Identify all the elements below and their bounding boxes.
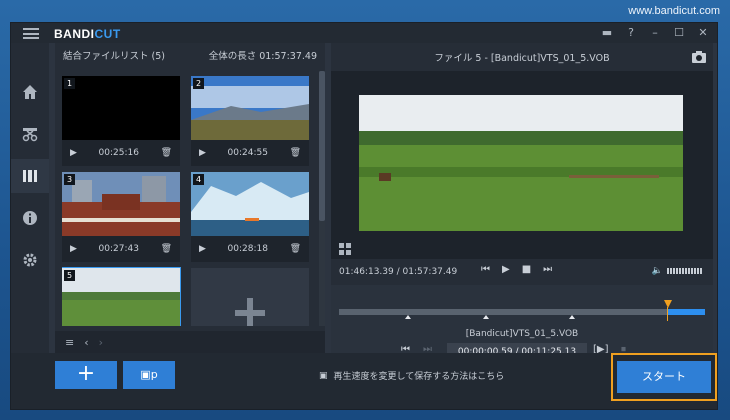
playhead-line (667, 307, 668, 321)
app-logo: BANDICUT (54, 27, 121, 41)
clip-thumbnail (191, 76, 309, 140)
cut-icon[interactable] (11, 117, 49, 151)
clip-duration: 00:27:43 (98, 244, 139, 254)
clip-duration: 00:25:16 (98, 148, 139, 158)
join-file-list-panel: 結合ファイルリスト (5) 全体の長さ 01:57:37.49 1 ▶ 00:25… (55, 43, 325, 353)
trash-icon[interactable]: 🗑 (161, 148, 172, 158)
info-icon[interactable] (11, 201, 49, 235)
stop-icon[interactable]: ■ (522, 264, 531, 275)
play-icon[interactable]: ▶ (502, 264, 510, 275)
folder-icon[interactable]: ▬ (599, 25, 615, 41)
timeline-selection (667, 309, 705, 315)
chevron-left-icon[interactable]: ‹ (84, 336, 88, 349)
next-frame-icon[interactable]: ⏭ (543, 264, 552, 275)
minimize-icon[interactable]: – (647, 25, 663, 41)
scrollbar-thumb[interactable] (319, 71, 325, 221)
volume-icon[interactable]: 🔈 (652, 266, 663, 276)
clip-number: 5 (64, 270, 76, 281)
grid-icon[interactable] (339, 243, 351, 255)
clip-duration: 00:28:18 (227, 244, 268, 254)
clip-item[interactable]: 1 ▶ 00:25:16 🗑 (62, 76, 180, 166)
camera-icon[interactable] (691, 49, 707, 65)
chevron-right-icon[interactable]: › (99, 336, 103, 349)
start-label: スタート (617, 361, 711, 393)
playhead-handle[interactable] (664, 300, 672, 308)
settings-icon[interactable] (11, 243, 49, 277)
add-file-button[interactable]: + (55, 361, 117, 389)
start-button[interactable]: スタート (611, 353, 717, 401)
clip-number: 2 (193, 78, 205, 89)
play-icon[interactable]: ▶ (199, 244, 206, 254)
clip-thumbnail (62, 76, 180, 140)
play-icon[interactable]: ▶ (70, 148, 77, 158)
play-icon[interactable]: ▶ (199, 148, 206, 158)
time-readout: 01:46:13.39 / 01:57:37.49 (339, 267, 458, 277)
preview-file-title: ファイル 5 - [Bandicut]VTS_01_5.VOB (434, 53, 610, 64)
hint-text: 再生速度を変更して保存する方法はこちら (333, 372, 505, 382)
clip-item[interactable]: 2 ▶ 00:24:55 🗑 (191, 76, 309, 166)
segment-marker[interactable] (483, 315, 489, 319)
prev-frame-icon[interactable]: ⏮ (481, 264, 490, 275)
clip-item[interactable]: 3 ▶ 00:27:43 🗑 (62, 172, 180, 262)
help-icon[interactable]: ? (623, 25, 639, 41)
play-icon[interactable]: ▶ (70, 244, 77, 254)
timeline: [Bandicut]VTS_01_5.VOB ⏮ ⏭ 00:00:00.59 /… (331, 285, 713, 361)
logo-main: BANDI (54, 27, 95, 41)
trash-icon[interactable]: 🗑 (161, 244, 172, 254)
clip-number: 3 (64, 174, 76, 185)
logo-accent: CUT (94, 27, 121, 41)
bottom-bar: + ▣p ▣ 再生速度を変更して保存する方法はこちら スタート (11, 353, 717, 409)
clip-thumbnail (191, 172, 309, 236)
delete-list-icon[interactable]: ≡ (65, 336, 74, 349)
clip-thumbnail (62, 172, 180, 236)
clip-item[interactable]: 5 (62, 267, 181, 326)
segment-marker[interactable] (569, 315, 575, 319)
timeline-file-label: [Bandicut]VTS_01_5.VOB (465, 329, 579, 339)
clip-duration: 00:24:55 (227, 148, 268, 158)
volume-slider[interactable] (667, 268, 703, 274)
add-clip-tile[interactable] (191, 268, 309, 326)
segment-marker[interactable] (405, 315, 411, 319)
clip-number: 4 (193, 174, 205, 185)
clip-number: 1 (64, 78, 76, 89)
home-icon[interactable] (11, 75, 49, 109)
timeline-track[interactable] (339, 309, 705, 315)
trash-icon[interactable]: 🗑 (290, 244, 301, 254)
watermark: www.bandicut.com (628, 5, 720, 17)
total-length: 全体の長さ 01:57:37.49 (208, 51, 317, 62)
join-list-title: 結合ファイルリスト (5) (63, 51, 165, 62)
trash-icon[interactable]: 🗑 (290, 148, 301, 158)
video-preview (359, 95, 683, 231)
title-bar: BANDICUT ▬ ? – ☐ ✕ (11, 23, 717, 43)
maximize-icon[interactable]: ☐ (671, 25, 687, 41)
chat-icon: ▣ (319, 370, 328, 381)
merge-icon[interactable] (11, 159, 49, 193)
player-bar: 01:46:13.39 / 01:57:37.49 ⏮ ▶ ■ ⏭ 🔈 (331, 259, 713, 285)
close-icon[interactable]: ✕ (695, 25, 711, 41)
preview-panel: ファイル 5 - [Bandicut]VTS_01_5.VOB 01:46:13… (331, 43, 713, 361)
clip-item[interactable]: 4 ▶ 00:28:18 🗑 (191, 172, 309, 262)
menu-icon[interactable] (23, 28, 39, 39)
mode-select-button[interactable]: ▣p (123, 361, 175, 389)
clip-thumbnail (62, 268, 180, 326)
app-window: BANDICUT ▬ ? – ☐ ✕ 結合ファイルリスト (5) 全体の長さ 0… (10, 22, 718, 410)
speed-hint-link[interactable]: ▣ 再生速度を変更して保存する方法はこちら (319, 369, 505, 383)
